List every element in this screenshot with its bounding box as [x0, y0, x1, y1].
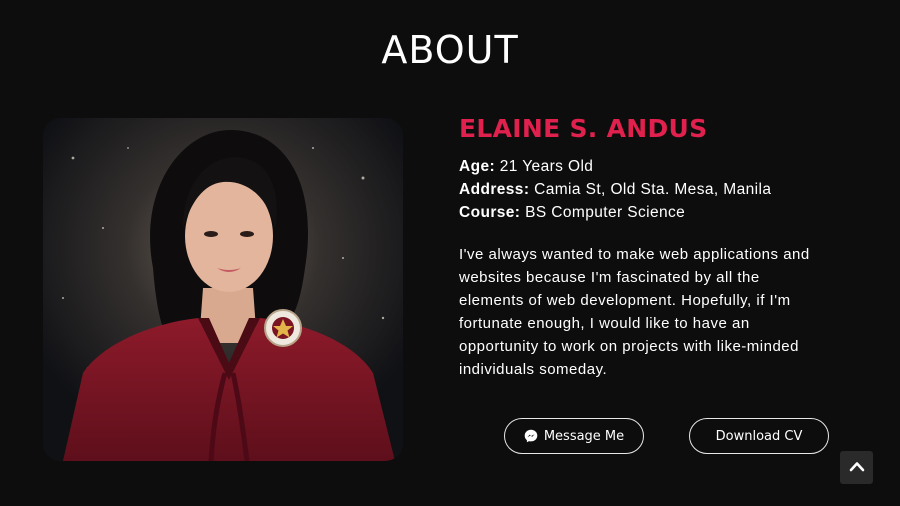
bio-line: individuals someday. — [459, 361, 608, 378]
profile-photo — [43, 118, 403, 461]
download-cv-button[interactable]: Download CV — [689, 418, 829, 454]
fact-value: 21 Years Old — [499, 158, 594, 175]
profile-info: ELAINE S. ANDUS Age: 21 Years Old Addres… — [459, 114, 869, 381]
fact-label: Address: — [459, 181, 530, 198]
fact-course: Course: BS Computer Science — [459, 201, 869, 224]
bio-line: elements of web development. Hopefully, … — [459, 292, 791, 309]
download-cv-label: Download CV — [715, 428, 803, 444]
profile-name: ELAINE S. ANDUS — [459, 114, 708, 143]
messenger-icon — [524, 429, 538, 443]
bio-line: I've always wanted to make web applicati… — [459, 246, 810, 263]
fact-value: Camia St, Old Sta. Mesa, Manila — [534, 181, 772, 198]
about-section: ABOUT ELAINE S. ANDUS Age: 21 Years Old … — [0, 0, 900, 506]
scroll-to-top-button[interactable] — [840, 451, 873, 484]
fact-age: Age: 21 Years Old — [459, 155, 869, 178]
fact-label: Age: — [459, 158, 496, 175]
bio-line: fortunate enough, I would like to have a… — [459, 315, 750, 332]
fact-address: Address: Camia St, Old Sta. Mesa, Manila — [459, 178, 869, 201]
fact-value: BS Computer Science — [525, 204, 686, 221]
profile-facts: Age: 21 Years Old Address: Camia St, Old… — [459, 155, 869, 224]
message-me-button[interactable]: Message Me — [504, 418, 644, 454]
profile-bio: I've always wanted to make web applicati… — [459, 243, 867, 381]
chevron-up-icon — [849, 459, 865, 477]
bio-line: opportunity to work on projects with lik… — [459, 338, 799, 355]
message-me-label: Message Me — [543, 428, 625, 444]
bio-line: websites because I'm fascinated by all t… — [459, 269, 760, 286]
fact-label: Course: — [459, 204, 521, 221]
section-title: ABOUT — [381, 28, 519, 72]
